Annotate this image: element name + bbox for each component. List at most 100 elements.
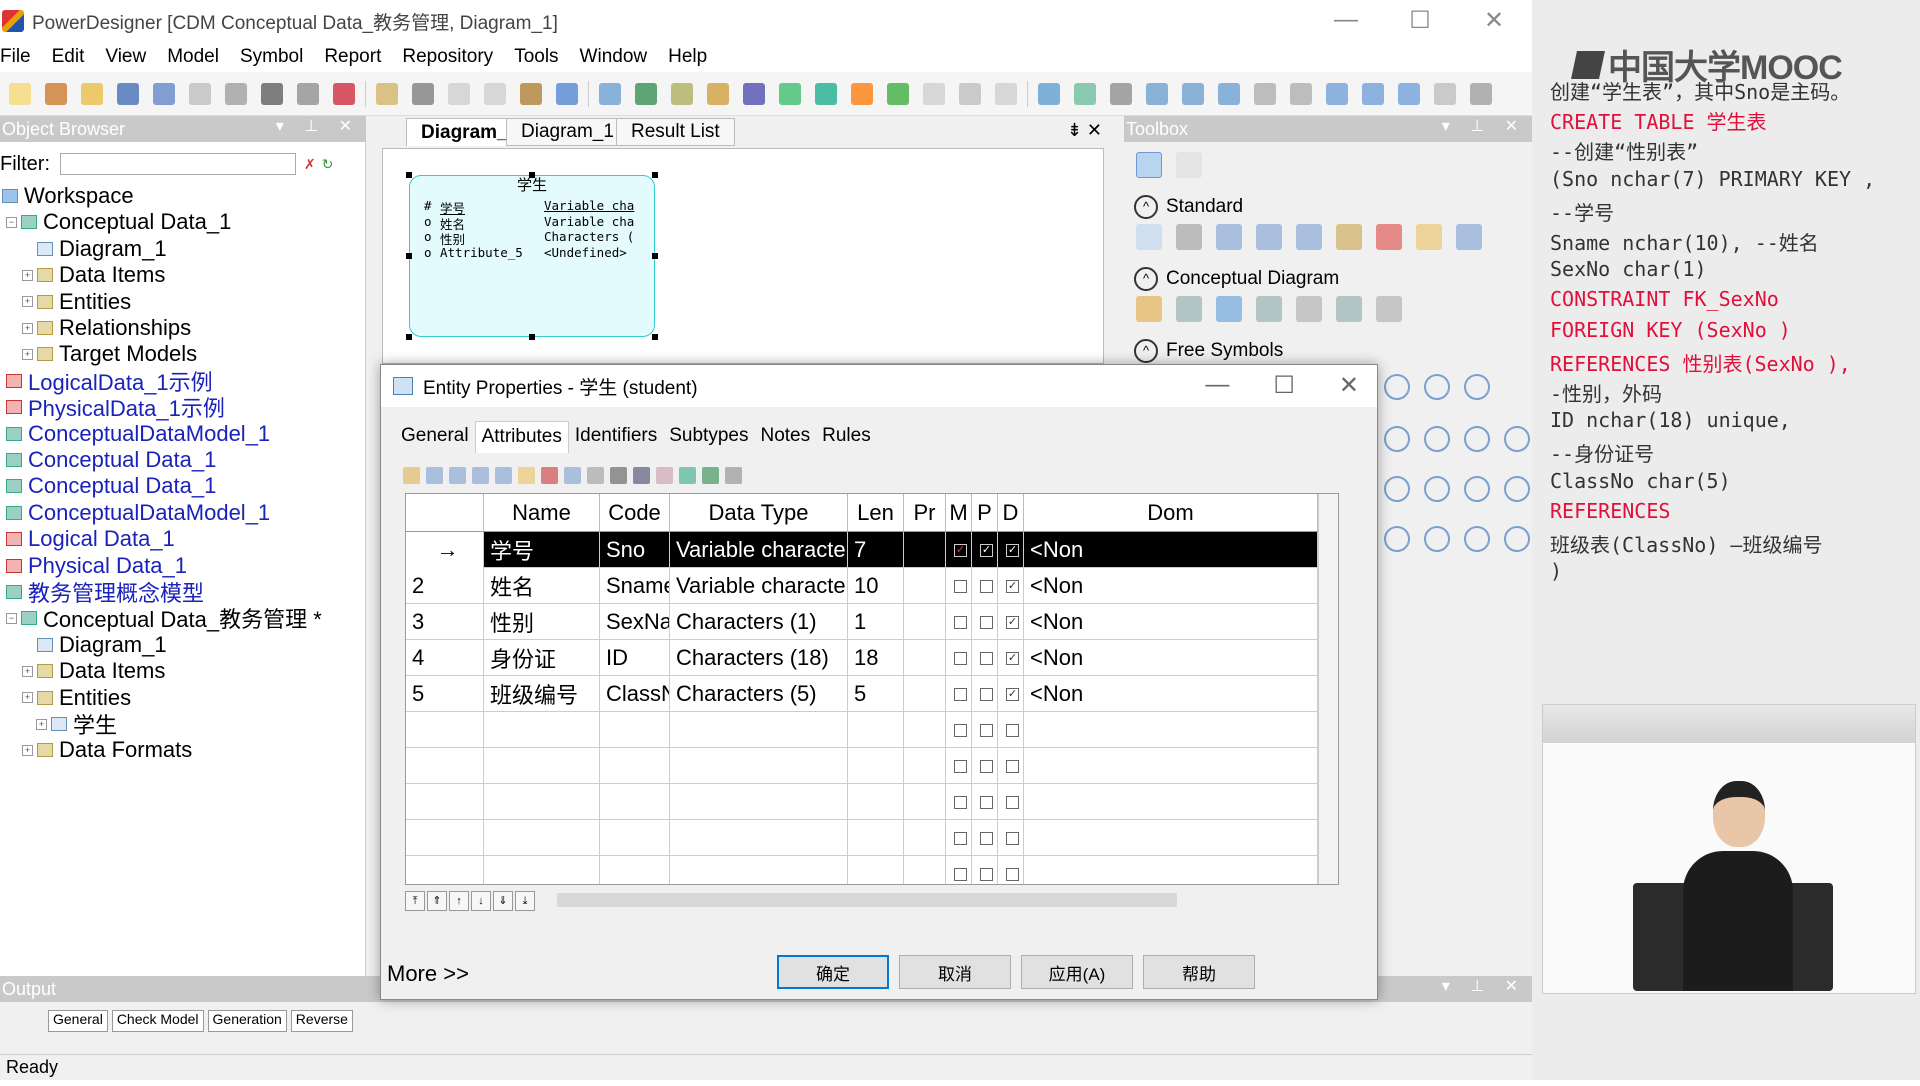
checkbox[interactable] <box>1006 831 1019 845</box>
toolbar-button-icon[interactable] <box>261 82 283 105</box>
toolbar-button-icon[interactable] <box>333 82 355 105</box>
output-tab-reverse[interactable]: Reverse <box>290 1010 353 1032</box>
checkbox[interactable] <box>954 723 967 737</box>
grid-cell[interactable] <box>484 820 600 856</box>
grid-cell-dom[interactable]: <Non <box>1024 676 1318 712</box>
m-checkbox[interactable]: ✓ <box>954 543 967 557</box>
grid-cell-name[interactable]: 姓名 <box>484 568 600 604</box>
grid-cell[interactable] <box>600 784 670 820</box>
panel-controls[interactable]: ▾ ⊥ ✕ <box>1442 976 1526 996</box>
grid-cell-code[interactable]: Sname <box>600 568 670 604</box>
toolbar-button-icon[interactable] <box>448 82 470 105</box>
free-symbol-icon[interactable] <box>1464 526 1490 552</box>
grid-cell-d[interactable]: ✓ <box>998 568 1024 604</box>
grid-cell-code[interactable]: ClassN <box>600 676 670 712</box>
grid-cell[interactable] <box>1024 820 1318 856</box>
grid-cell-name[interactable]: 学号 <box>484 532 600 568</box>
toolbar-button-icon[interactable] <box>520 82 542 105</box>
help-button[interactable]: 帮助 <box>1143 955 1255 989</box>
collapse-section-icon[interactable]: ^ <box>1134 339 1158 363</box>
m-checkbox[interactable] <box>954 651 967 665</box>
tree-item[interactable]: + Data Formats <box>22 734 192 766</box>
free-symbol-icon[interactable] <box>1464 374 1490 400</box>
grid-cell[interactable] <box>904 748 946 784</box>
grid-cell-type[interactable]: Characters (5) <box>670 676 848 712</box>
expand-toggle-icon[interactable]: + <box>22 665 33 677</box>
toolbar-button-icon[interactable] <box>1434 82 1456 105</box>
list-view-icon[interactable] <box>1176 152 1202 178</box>
grid-cell-dom[interactable]: <Non <box>1024 604 1318 640</box>
refresh-icon[interactable]: ↻ <box>322 156 334 173</box>
diagram-tab[interactable]: Diagram_1 <box>506 118 629 146</box>
tab-rules[interactable]: Rules <box>816 421 877 453</box>
selection-handle[interactable] <box>529 172 535 178</box>
grid-cell[interactable] <box>670 748 848 784</box>
maximize-icon[interactable]: ☐ <box>1273 371 1295 400</box>
grid-cell[interactable] <box>972 856 998 884</box>
entity-student-symbol[interactable]: 学生 # 学号 Variable cha o 姓名 Variable cha o 性别 Char… <box>409 175 655 337</box>
grid-cell[interactable] <box>998 712 1024 748</box>
empty-table-row[interactable] <box>406 784 1318 820</box>
clear-filter-icon[interactable]: ✗ <box>304 156 316 173</box>
m-checkbox[interactable] <box>954 579 967 593</box>
close-icon[interactable]: ✕ <box>1339 371 1359 400</box>
selection-handle[interactable] <box>406 172 412 178</box>
empty-table-row[interactable] <box>406 712 1318 748</box>
vertical-scrollbar[interactable] <box>1318 494 1338 884</box>
panel-controls[interactable]: ▾ ⊥ ✕ <box>276 116 360 136</box>
tab-attributes[interactable]: Attributes <box>474 421 569 453</box>
toolbar-button-icon[interactable] <box>1470 82 1492 105</box>
panel-controls[interactable]: ▾ ⊥ ✕ <box>1442 116 1526 136</box>
expand-toggle-icon[interactable]: − <box>6 612 17 624</box>
d-checkbox[interactable]: ✓ <box>1006 687 1019 701</box>
grid-cell[interactable] <box>670 856 848 884</box>
grid-cell[interactable] <box>848 784 904 820</box>
move-page-up-icon[interactable]: ⇑ <box>427 891 447 911</box>
grid-cell[interactable] <box>998 820 1024 856</box>
grid-cell[interactable] <box>670 820 848 856</box>
grid-tool-icon[interactable] <box>656 466 673 484</box>
grid-cell-name[interactable]: 身份证 <box>484 640 600 676</box>
grid-cell-name[interactable]: 性别 <box>484 604 600 640</box>
toolbox-tool-icon[interactable] <box>1296 224 1322 250</box>
grid-cell-len[interactable]: 1 <box>848 604 904 640</box>
toolbox-tool-icon[interactable] <box>1416 224 1442 250</box>
free-symbol-icon[interactable] <box>1424 476 1450 502</box>
grid-cell[interactable] <box>904 856 946 884</box>
output-tab-general[interactable]: General <box>48 1010 108 1032</box>
toolbar-button-icon[interactable] <box>851 82 873 105</box>
free-symbol-icon[interactable] <box>1384 526 1410 552</box>
menu-item-window[interactable]: Window <box>580 46 648 68</box>
grid-cell[interactable] <box>406 748 484 784</box>
toolbar-button-icon[interactable] <box>1182 82 1204 105</box>
grid-cell[interactable] <box>406 856 484 884</box>
toolbar-button-icon[interactable] <box>671 82 693 105</box>
grid-column-header[interactable]: Dom <box>1024 494 1318 532</box>
grid-cell[interactable] <box>998 856 1024 884</box>
toolbox-tool-icon[interactable] <box>1376 224 1402 250</box>
toolbox-tool-icon[interactable] <box>1456 224 1482 250</box>
toolbar-button-icon[interactable] <box>1290 82 1312 105</box>
free-symbol-icon[interactable] <box>1464 426 1490 452</box>
grid-tool-icon[interactable] <box>518 466 535 484</box>
selection-handle[interactable] <box>652 253 658 259</box>
toolbar-button-icon[interactable] <box>923 82 945 105</box>
menu-item-repository[interactable]: Repository <box>402 46 493 68</box>
toolbox-tool-icon[interactable] <box>1256 224 1282 250</box>
grid-cell-p[interactable] <box>972 604 998 640</box>
toolbar-button-icon[interactable] <box>297 82 319 105</box>
collapse-section-icon[interactable]: ^ <box>1134 267 1158 291</box>
free-symbol-icon[interactable] <box>1384 374 1410 400</box>
minimize-icon[interactable]: — <box>1326 6 1366 35</box>
menu-item-tools[interactable]: Tools <box>514 46 558 68</box>
toolbar-button-icon[interactable] <box>959 82 981 105</box>
toolbar-button-icon[interactable] <box>1146 82 1168 105</box>
grid-cell-d[interactable]: ✓ <box>998 640 1024 676</box>
table-row[interactable]: 4 身份证 ID Characters (18) 18 ✓ <Non <box>406 640 1318 676</box>
toolbar-button-icon[interactable] <box>45 82 67 105</box>
grid-cell[interactable] <box>998 784 1024 820</box>
toolbar-button-icon[interactable] <box>1362 82 1384 105</box>
apply-button[interactable]: 应用(A) <box>1021 955 1133 989</box>
grid-cell-pr[interactable] <box>904 640 946 676</box>
grid-tool-icon[interactable] <box>403 466 420 484</box>
